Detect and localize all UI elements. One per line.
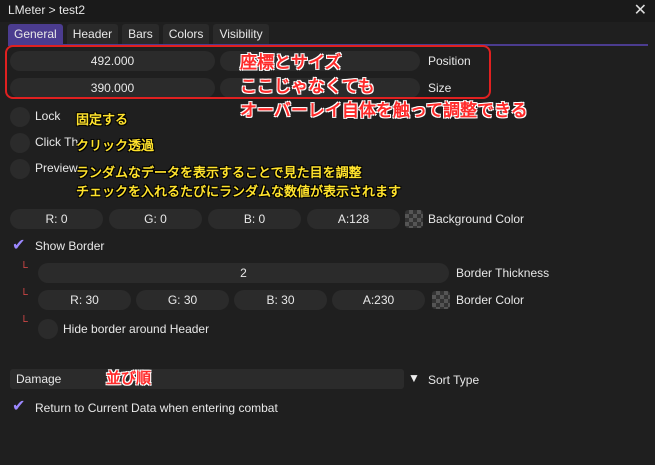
bg-r-input[interactable]: R: 0	[10, 209, 103, 229]
annotation-text: 並び順	[106, 369, 152, 387]
bg-color-swatch[interactable]	[405, 210, 423, 228]
close-icon[interactable]: ✕	[634, 0, 647, 20]
annotation-text: 固定する	[76, 113, 129, 128]
window-title: LMeter > test2	[8, 3, 86, 17]
annotation-text: ここじゃなくても	[240, 77, 375, 97]
sort-type-label: Sort Type	[428, 373, 480, 387]
tab-bars[interactable]: Bars	[122, 24, 159, 44]
click-through-checkbox[interactable]	[10, 133, 30, 153]
tab-general[interactable]: General	[8, 24, 63, 44]
bg-g-input[interactable]: G: 0	[109, 209, 202, 229]
border-b-input[interactable]: B: 30	[234, 290, 327, 310]
tab-bar: General Header Bars Colors Visibility	[8, 24, 269, 44]
annotation-text: ランダムなデータを表示することで見た目を調整	[76, 166, 362, 181]
preview-checkbox[interactable]	[10, 159, 30, 179]
bg-a-input[interactable]: A:128	[307, 209, 400, 229]
border-color-label: Border Color	[456, 293, 525, 307]
bg-b-input[interactable]: B: 0	[208, 209, 301, 229]
tree-connector-icon: └	[20, 316, 28, 328]
show-border-label: Show Border	[35, 239, 105, 253]
lock-label: Lock	[35, 109, 61, 123]
tab-colors[interactable]: Colors	[162, 24, 210, 44]
annotation-text: オーバーレイ自体を触って調整できる	[240, 101, 528, 121]
border-r-input[interactable]: R: 30	[38, 290, 131, 310]
border-thickness-label: Border Thickness	[456, 266, 550, 280]
hide-border-label: Hide border around Header	[63, 322, 210, 336]
tree-connector-icon: └	[20, 262, 28, 274]
border-thickness-input[interactable]: 2	[38, 263, 449, 283]
lock-checkbox[interactable]	[10, 107, 30, 127]
tree-connector-icon: └	[20, 289, 28, 301]
border-g-input[interactable]: G: 30	[136, 290, 229, 310]
border-color-swatch[interactable]	[432, 291, 450, 309]
annotation-text: チェックを入れるたびにランダムな数値が表示されます	[76, 185, 402, 200]
border-a-input[interactable]: A:230	[332, 290, 425, 310]
sort-type-select[interactable]: Damage	[10, 369, 404, 389]
click-through-label: Click Th	[35, 135, 79, 149]
annotation-text: 座標とサイズ	[240, 53, 342, 73]
tab-header[interactable]: Header	[66, 24, 119, 44]
return-data-check-icon[interactable]: ✔	[12, 399, 25, 415]
return-data-label: Return to Current Data when entering com…	[35, 401, 278, 415]
bg-color-label: Background Color	[428, 212, 525, 226]
annotation-text: クリック透過	[76, 139, 155, 154]
dropdown-arrow-icon[interactable]: ▼	[408, 371, 420, 385]
hide-border-checkbox[interactable]	[38, 319, 58, 339]
show-border-check-icon[interactable]: ✔	[12, 238, 25, 254]
preview-label: Preview	[35, 161, 78, 175]
title-bar: LMeter > test2 ✕	[0, 0, 655, 22]
tab-visibility[interactable]: Visibility	[213, 24, 269, 44]
